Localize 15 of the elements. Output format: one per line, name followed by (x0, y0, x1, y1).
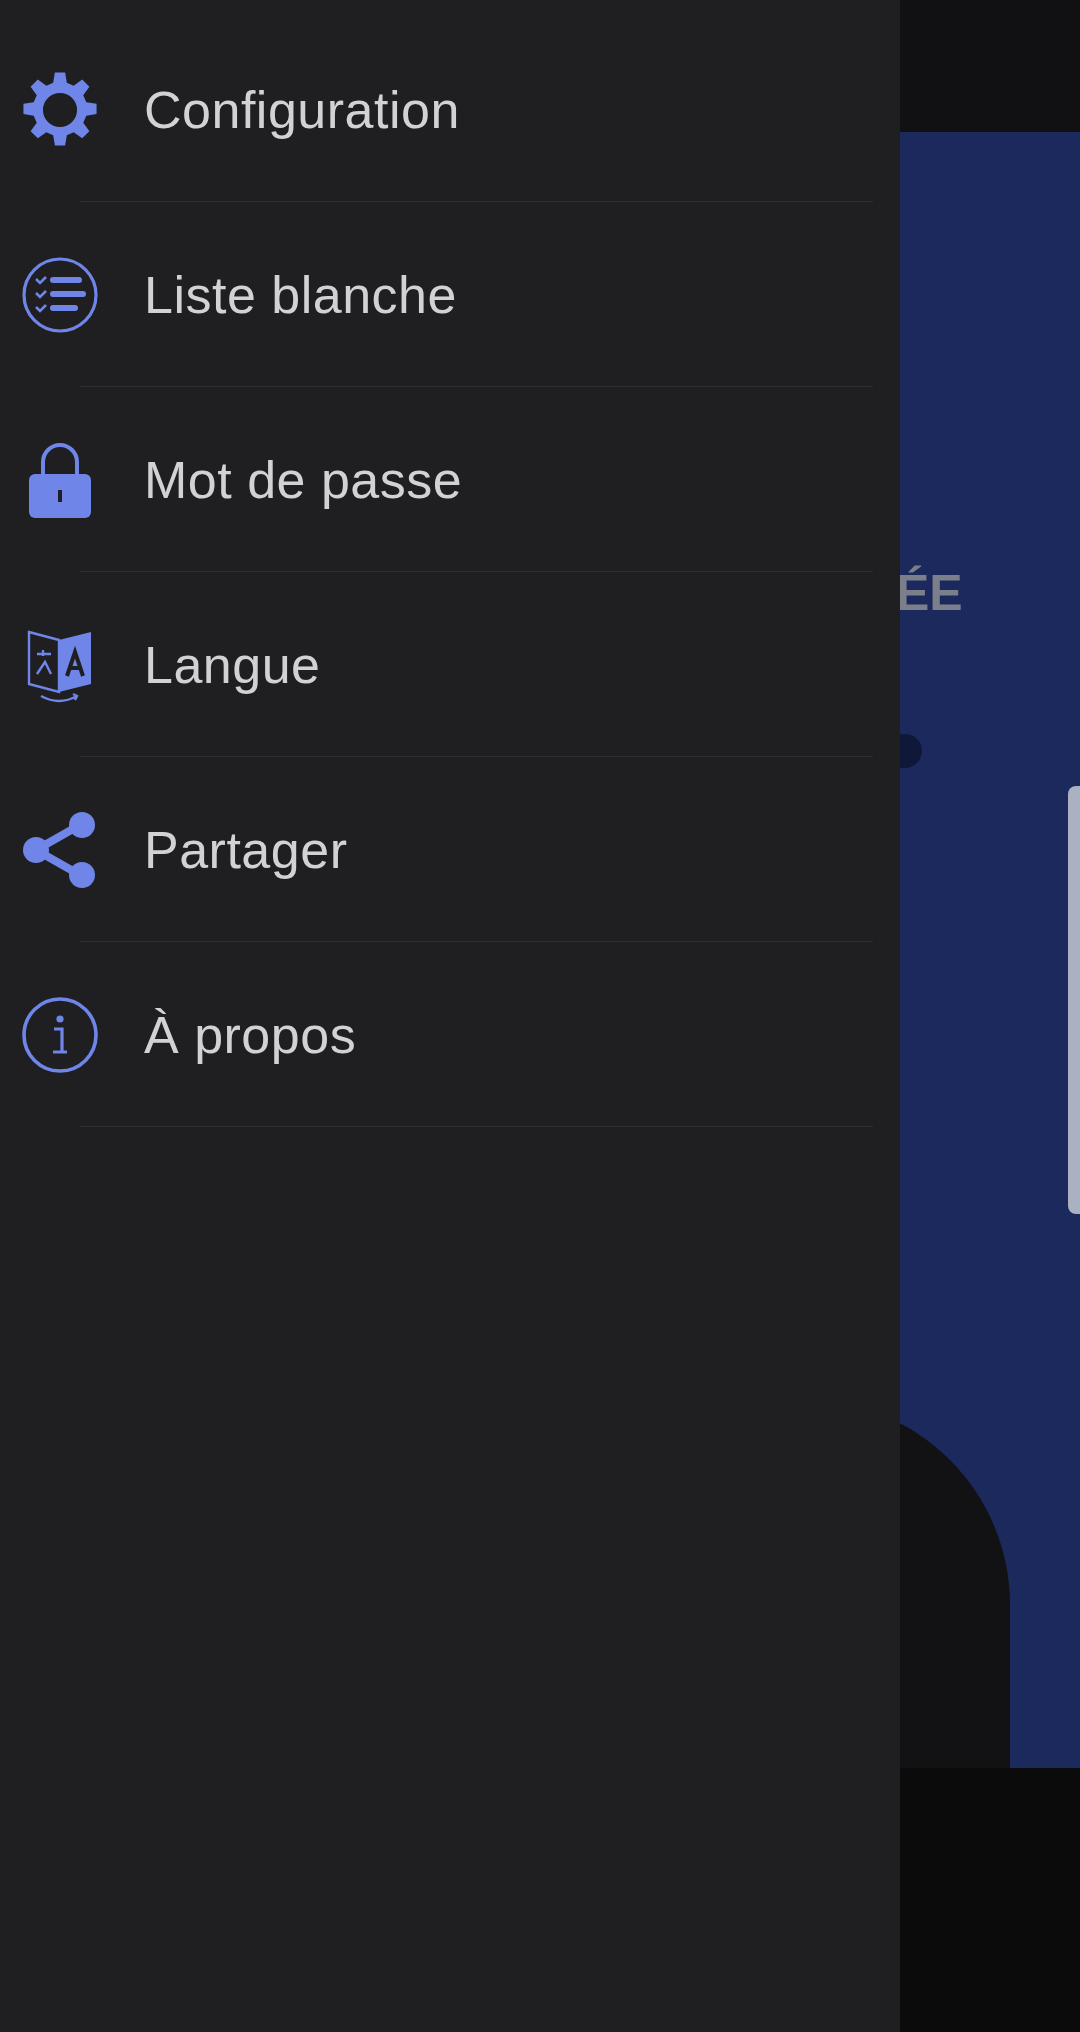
heading-text: ÉE (900, 564, 963, 623)
menu-item[interactable]: Configuration (0, 17, 900, 202)
menu-item-label: Mot de passe (144, 449, 463, 511)
menu-item[interactable]: Liste blanche (0, 202, 900, 387)
info-icon (20, 994, 100, 1075)
menu-item[interactable]: Mot de passe (0, 387, 900, 572)
menu-item[interactable]: Partager (0, 757, 900, 942)
menu-item-label: Liste blanche (144, 264, 457, 326)
menu-item-label: Configuration (144, 79, 460, 141)
menu-item[interactable]: Langue (0, 572, 900, 757)
menu-item-label: Langue (144, 634, 321, 696)
menu-item[interactable]: À propos (0, 942, 900, 1127)
menu-item-label: Partager (144, 819, 348, 881)
menu-item-label: À propos (144, 1004, 357, 1066)
checklist-icon (20, 254, 100, 335)
